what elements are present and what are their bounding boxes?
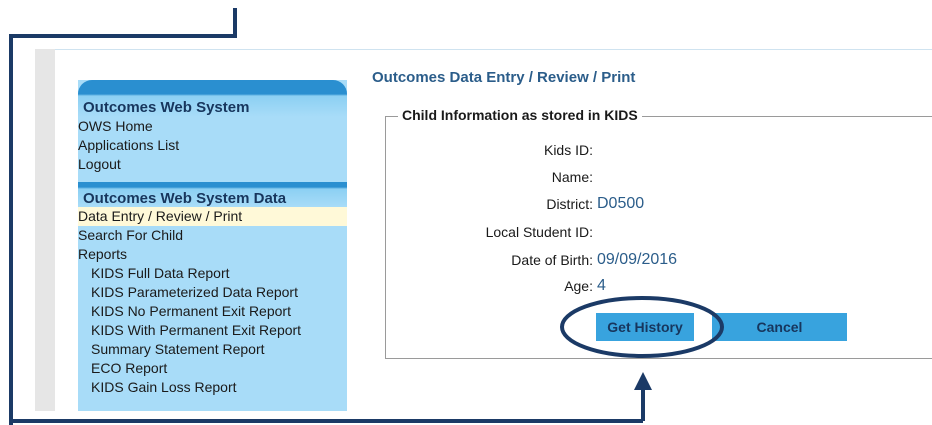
get-history-button[interactable]: Get History bbox=[596, 313, 694, 341]
left-gray-strip bbox=[35, 49, 55, 411]
district-value: D0500 bbox=[597, 195, 645, 212]
sidebar-section-header-ows: Outcomes Web System bbox=[78, 80, 347, 117]
kids-id-label: Kids ID: bbox=[543, 142, 593, 158]
sidebar-section-header-data: Outcomes Web System Data bbox=[78, 182, 347, 207]
sidebar-item-reports[interactable]: Reports bbox=[78, 245, 347, 264]
top-divider bbox=[55, 49, 932, 50]
age-label: Age: bbox=[564, 278, 593, 294]
sidebar-item-kids-with-permanent-exit-report[interactable]: KIDS With Permanent Exit Report bbox=[78, 321, 347, 340]
sidebar-item-applications-list[interactable]: Applications List bbox=[78, 136, 347, 155]
field-row-dob: Date of Birth: 09/09/2016 bbox=[385, 251, 932, 271]
sidebar-item-logout[interactable]: Logout bbox=[78, 155, 347, 174]
sidebar: Outcomes Web System OWS Home Application… bbox=[78, 80, 347, 411]
district-label: District: bbox=[546, 196, 593, 212]
sidebar-item-eco-report[interactable]: ECO Report bbox=[78, 359, 347, 378]
field-row-kids-id: Kids ID: bbox=[385, 141, 932, 161]
sidebar-section-title: Outcomes Web System Data bbox=[83, 190, 287, 207]
sidebar-item-kids-full-data-report[interactable]: KIDS Full Data Report bbox=[78, 264, 347, 283]
field-row-local-student-id: Local Student ID: bbox=[385, 223, 932, 243]
sidebar-item-search-for-child[interactable]: Search For Child bbox=[78, 226, 347, 245]
field-row-district: District: D0500 bbox=[385, 195, 932, 215]
cancel-button[interactable]: Cancel bbox=[712, 313, 847, 341]
fieldset-legend: Child Information as stored in KIDS bbox=[398, 107, 642, 123]
sidebar-item-data-entry[interactable]: Data Entry / Review / Print bbox=[78, 207, 347, 226]
sidebar-item-kids-no-permanent-exit-report[interactable]: KIDS No Permanent Exit Report bbox=[78, 302, 347, 321]
sidebar-item-kids-parameterized-report[interactable]: KIDS Parameterized Data Report bbox=[78, 283, 347, 302]
field-row-age: Age: 4 bbox=[385, 277, 932, 297]
sidebar-item-ows-home[interactable]: OWS Home bbox=[78, 117, 347, 136]
field-row-name: Name: bbox=[385, 168, 932, 188]
local-student-id-label: Local Student ID: bbox=[485, 224, 593, 240]
age-value: 4 bbox=[597, 277, 606, 294]
name-label: Name: bbox=[551, 169, 593, 185]
dob-label: Date of Birth: bbox=[511, 252, 593, 268]
page-title: Outcomes Data Entry / Review / Print bbox=[372, 69, 636, 86]
sidebar-item-summary-statement-report[interactable]: Summary Statement Report bbox=[78, 340, 347, 359]
sidebar-item-kids-gain-loss-report[interactable]: KIDS Gain Loss Report bbox=[78, 378, 347, 397]
sidebar-section-title: Outcomes Web System bbox=[83, 99, 250, 116]
dob-value: 09/09/2016 bbox=[597, 251, 678, 268]
